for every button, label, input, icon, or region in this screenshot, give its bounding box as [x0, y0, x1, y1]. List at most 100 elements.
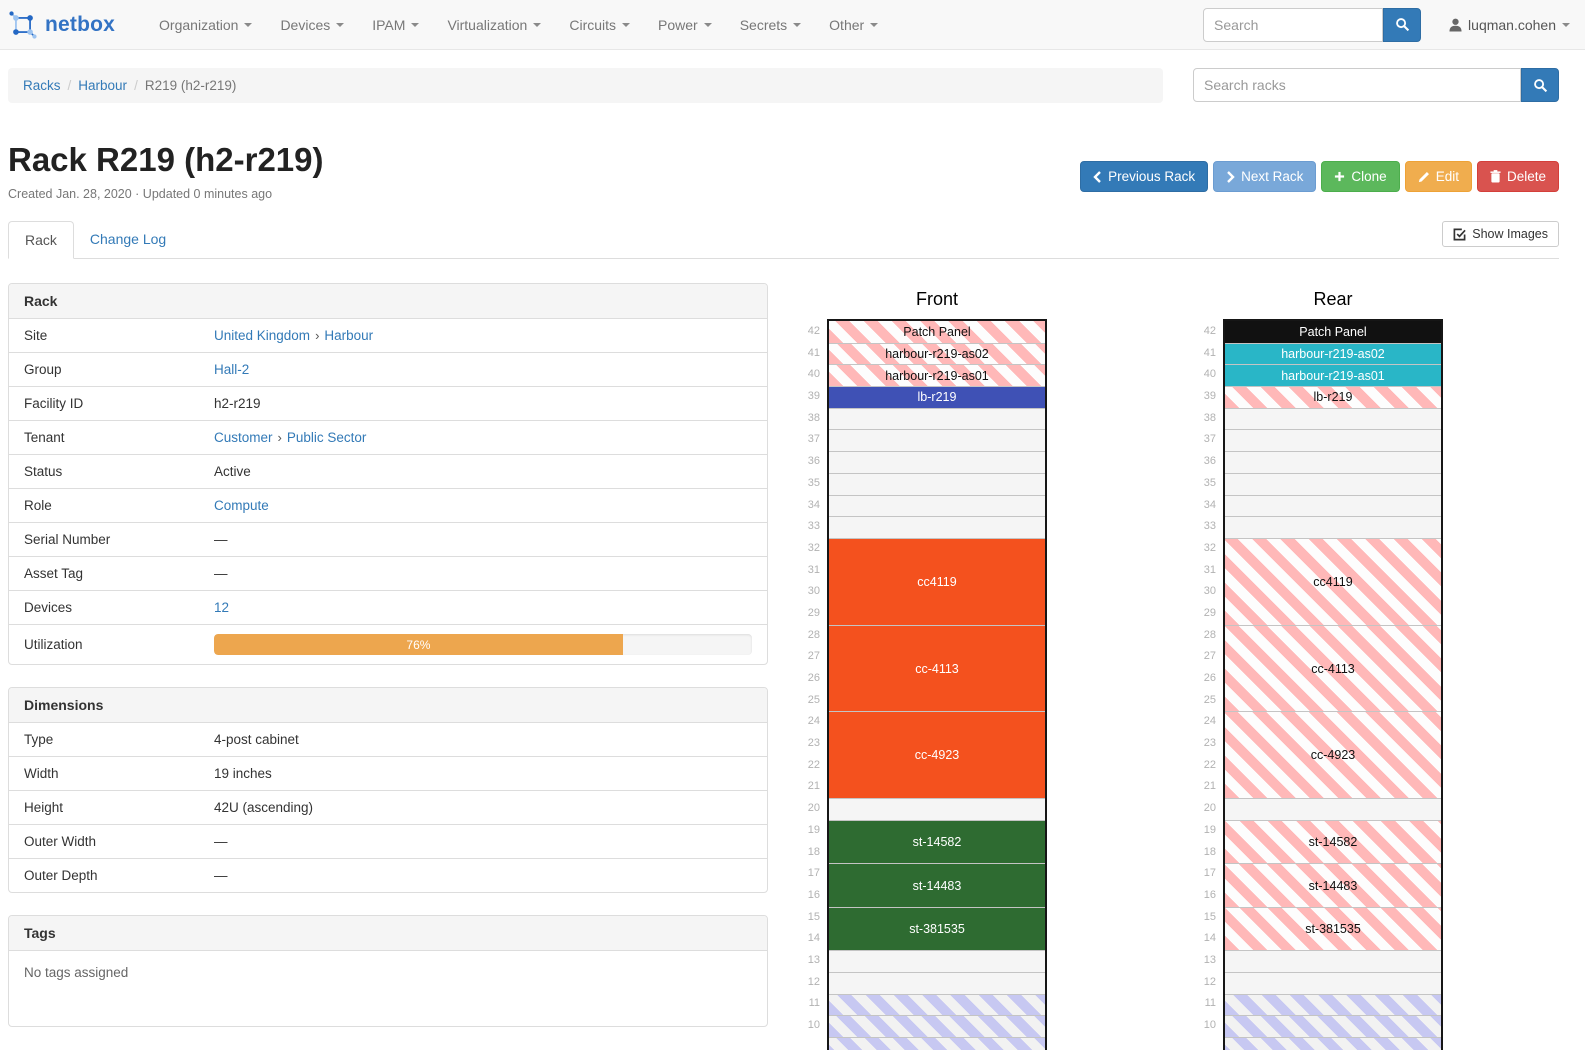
menu-virtualization[interactable]: Virtualization [433, 17, 555, 33]
device-link[interactable]: Patch Panel [903, 325, 970, 339]
device-link[interactable]: lb-r219 [918, 390, 957, 404]
device-link[interactable]: st-14582 [1309, 835, 1358, 849]
unit-number: 15 [800, 907, 827, 929]
username: luqman.cohen [1468, 17, 1556, 33]
device-link[interactable]: cc-4923 [915, 748, 959, 762]
unit-number: 29 [800, 603, 827, 625]
device-link[interactable]: cc-4923 [1311, 748, 1355, 762]
rack-search-button[interactable] [1521, 68, 1559, 102]
devices-count-link[interactable]: 12 [214, 600, 229, 615]
unit-number: 40 [800, 364, 827, 386]
rack-unit-empty [829, 473, 1045, 495]
menu-other[interactable]: Other [815, 17, 892, 33]
rack-unit-empty [1225, 972, 1441, 994]
device-link[interactable]: cc-4113 [1311, 662, 1355, 676]
device-link[interactable]: cc-4113 [915, 662, 959, 676]
site-link[interactable]: Harbour [324, 328, 373, 343]
unit-number: 15 [1196, 907, 1223, 929]
edit-button[interactable]: Edit [1405, 161, 1472, 192]
unit-number: 42 [1196, 321, 1223, 343]
asset-tag-value: — [214, 566, 752, 581]
tab-change-log[interactable]: Change Log [74, 221, 182, 257]
row-role: Role Compute [9, 488, 767, 522]
unit-number: 17 [800, 863, 827, 885]
netbox-brand[interactable]: netbox [8, 10, 115, 40]
unit-number: 38 [800, 408, 827, 430]
tab-rack[interactable]: Rack [8, 221, 74, 259]
device-link[interactable]: st-381535 [1305, 922, 1361, 936]
status-value: Active [214, 464, 752, 479]
next-rack-button[interactable]: Next Rack [1213, 161, 1316, 192]
device-link[interactable]: lb-r219 [1314, 390, 1353, 404]
rack-device: cc-4923 [1225, 711, 1441, 798]
unit-number: 28 [1196, 625, 1223, 647]
unit-number: 12 [1196, 972, 1223, 994]
breadcrumb-harbour[interactable]: Harbour [78, 78, 127, 93]
rack-search-input[interactable] [1193, 68, 1521, 102]
serial-value: — [214, 532, 752, 547]
menu-secrets[interactable]: Secrets [726, 17, 815, 33]
rack-reservation [1225, 1015, 1441, 1037]
slash-separator: / [134, 78, 138, 93]
slash-separator: / [68, 78, 72, 93]
unit-number: 39 [800, 386, 827, 408]
rear-rack: Patch Panel harbour-r219-as02 harbour-r219… [1223, 319, 1443, 1050]
global-search-input[interactable] [1203, 8, 1383, 42]
rack-unit-empty [829, 429, 1045, 451]
rack-device: lb-r219 [829, 386, 1045, 408]
device-link[interactable]: harbour-r219-as02 [1281, 347, 1385, 361]
device-link[interactable]: st-381535 [909, 922, 965, 936]
menu-ipam[interactable]: IPAM [358, 17, 433, 33]
rack-unit-empty [829, 798, 1045, 820]
role-link[interactable]: Compute [214, 498, 269, 513]
global-search-button[interactable] [1383, 8, 1421, 42]
rack-device: st-14483 [1225, 863, 1441, 906]
device-link[interactable]: Patch Panel [1299, 325, 1366, 339]
unit-number: 41 [800, 343, 827, 365]
group-link[interactable]: Hall-2 [214, 362, 249, 377]
user-icon [1449, 18, 1462, 32]
tenant-link[interactable]: Public Sector [287, 430, 367, 445]
rear-unit-numbers: 4241403938373635343332313029282726252423… [1196, 319, 1223, 1050]
row-outer-width: Outer Width — [9, 824, 767, 858]
unit-number: 21 [800, 776, 827, 798]
device-link[interactable]: st-14483 [1309, 879, 1358, 893]
unit-number: 25 [800, 690, 827, 712]
device-link[interactable]: cc4119 [917, 575, 956, 589]
check-square-icon [1453, 228, 1466, 241]
delete-button[interactable]: Delete [1477, 161, 1559, 192]
unit-number: 31 [800, 560, 827, 582]
unit-number: 23 [1196, 733, 1223, 755]
rack-panel: Rack Site United Kingdom›Harbour Group H… [8, 283, 768, 665]
device-link[interactable]: cc4119 [1313, 575, 1352, 589]
menu-circuits[interactable]: Circuits [555, 17, 644, 33]
rack-device: Patch Panel [1225, 321, 1441, 343]
rear-elevation-title: Rear [1223, 289, 1443, 313]
front-elevation-title: Front [827, 289, 1047, 313]
menu-devices[interactable]: Devices [266, 17, 358, 33]
trash-icon [1490, 170, 1501, 183]
rack-unit-empty [1225, 798, 1441, 820]
rack-device: harbour-r219-as01 [1225, 364, 1441, 386]
show-images-button[interactable]: Show Images [1442, 221, 1559, 247]
previous-rack-button[interactable]: Previous Rack [1080, 161, 1208, 192]
device-link[interactable]: st-14582 [913, 835, 962, 849]
device-link[interactable]: st-14483 [913, 879, 962, 893]
site-parent-link[interactable]: United Kingdom [214, 328, 310, 343]
user-menu[interactable]: luqman.cohen [1449, 17, 1570, 33]
menu-organization[interactable]: Organization [145, 17, 266, 33]
device-link[interactable]: harbour-r219-as02 [885, 347, 989, 361]
unit-number: 20 [800, 798, 827, 820]
row-status: Status Active [9, 454, 767, 488]
menu-power[interactable]: Power [644, 17, 726, 33]
breadcrumb-racks[interactable]: Racks [23, 78, 61, 93]
rack-device: cc4119 [829, 538, 1045, 625]
tenant-group-link[interactable]: Customer [214, 430, 273, 445]
device-link[interactable]: harbour-r219-as01 [1281, 369, 1385, 383]
unit-number: 42 [800, 321, 827, 343]
unit-number: 38 [1196, 408, 1223, 430]
rack-device: harbour-r219-as01 [829, 364, 1045, 386]
device-link[interactable]: harbour-r219-as01 [885, 369, 989, 383]
unit-number: 36 [800, 451, 827, 473]
clone-button[interactable]: Clone [1321, 161, 1399, 192]
